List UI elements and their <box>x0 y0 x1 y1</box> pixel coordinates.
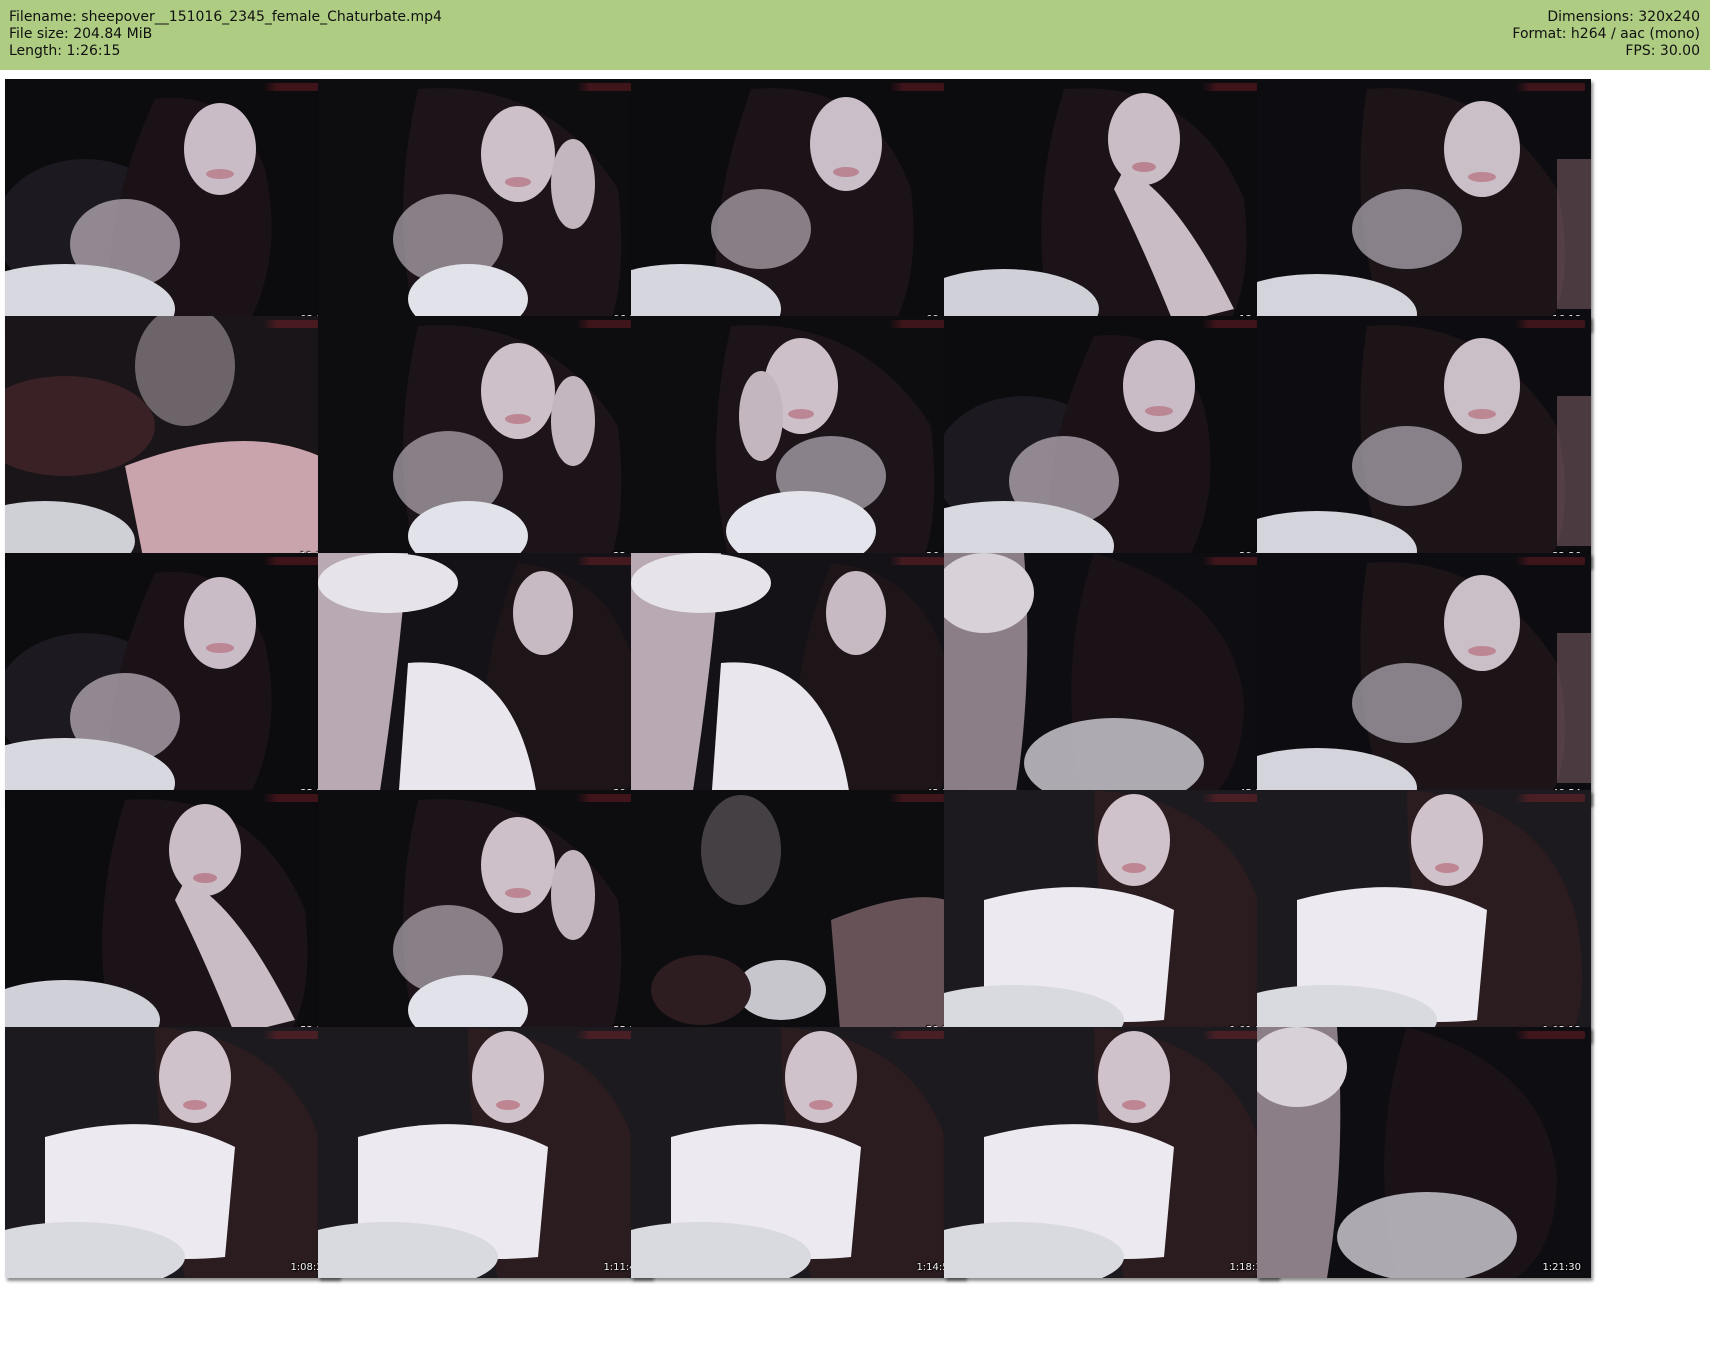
video-thumbnail: 1:21:30 <box>1257 1027 1591 1278</box>
video-thumbnail: 1:14:59 <box>631 1027 965 1278</box>
thumbnail-frame-image <box>5 790 339 1041</box>
filesize-text: File size: 204.84 MiB <box>9 26 153 42</box>
video-thumbnail: 22:49 <box>318 316 652 567</box>
thumbnail-frame-image <box>944 316 1278 567</box>
video-thumbnail: 45:38 <box>944 553 1278 804</box>
video-thumbnail: 06:31 <box>318 79 652 330</box>
video-thumbnail: 1:01:56 <box>944 790 1278 1041</box>
thumbnail-frame-image <box>318 316 652 567</box>
thumbnail-frame-image <box>5 79 339 330</box>
thumbnail-frame-image <box>5 316 339 567</box>
thumbnail-frame-image <box>944 1027 1278 1278</box>
thumbnail-frame-image <box>318 79 652 330</box>
thumbnail-frame-image <box>1257 316 1591 567</box>
thumbnail-frame-image <box>631 553 965 804</box>
video-thumbnail: 13:02 <box>944 79 1278 330</box>
thumbnail-frame-image <box>1257 790 1591 1041</box>
watermark-mark <box>1515 83 1585 91</box>
video-thumbnail: 29:20 <box>944 316 1278 567</box>
format-text: Format: h264 / aac (mono) <box>1512 26 1700 42</box>
thumbnail-frame-image <box>318 1027 652 1278</box>
thumbnail-frame-image <box>318 553 652 804</box>
length-text: Length: 1:26:15 <box>9 43 121 59</box>
thumbnail-frame-image <box>5 1027 339 1278</box>
watermark-mark <box>1515 557 1585 565</box>
dimensions-text: Dimensions: 320x240 <box>1547 9 1700 25</box>
watermark-mark <box>1515 794 1585 802</box>
video-thumbnail: 42:23 <box>631 553 965 804</box>
video-thumbnail: 1:11:43 <box>318 1027 652 1278</box>
thumbnail-frame-image <box>318 790 652 1041</box>
video-thumbnail: 26:05 <box>631 316 965 567</box>
video-thumbnail: 16:18 <box>1257 79 1591 330</box>
video-thumbnail: 09:46 <box>631 79 965 330</box>
thumbnail-frame-image <box>631 790 965 1041</box>
watermark-mark <box>1515 1031 1585 1039</box>
thumbnail-frame-image <box>1257 79 1591 330</box>
video-thumbnail: 1:05:12 <box>1257 790 1591 1041</box>
video-thumbnail: 32:36 <box>1257 316 1591 567</box>
thumbnail-frame-image <box>631 1027 965 1278</box>
thumbnail-frame-image <box>5 553 339 804</box>
file-info-header: Filename: sheepover__151016_2345_female_… <box>0 0 1710 70</box>
thumbnail-frame-image <box>1257 1027 1591 1278</box>
video-thumbnail: 1:18:15 <box>944 1027 1278 1278</box>
watermark-mark <box>1515 320 1585 328</box>
thumbnail-frame-image <box>1257 553 1591 804</box>
thumbnail-frame-image <box>631 316 965 567</box>
video-thumbnail: 55:25 <box>318 790 652 1041</box>
thumbnail-frame-image <box>631 79 965 330</box>
video-thumbnail: 58:36 <box>631 790 965 1041</box>
video-thumbnail: 19:33 <box>5 316 339 567</box>
thumbnail-grid: 03:1506:3109:4613:0216:18 19:3322:4926:05… <box>5 79 1705 1364</box>
video-thumbnail: 52:10 <box>5 790 339 1041</box>
file-info-left: Filename: sheepover__151016_2345_female_… <box>9 9 442 60</box>
filename-text: Filename: sheepover__151016_2345_female_… <box>9 9 442 25</box>
video-thumbnail: 48:54 <box>1257 553 1591 804</box>
thumbnail-frame-image <box>944 79 1278 330</box>
video-thumbnail: 03:15 <box>5 79 339 330</box>
file-info-right: Dimensions: 320x240 Format: h264 / aac (… <box>1512 9 1700 60</box>
thumbnail-frame-image <box>944 790 1278 1041</box>
fps-text: FPS: 30.00 <box>1625 43 1700 59</box>
thumbnail-frame-image <box>944 553 1278 804</box>
video-thumbnail: 35:51 <box>5 553 339 804</box>
video-thumbnail: 39:07 <box>318 553 652 804</box>
thumbnail-timestamp: 1:21:30 <box>1542 1262 1581 1273</box>
video-thumbnail: 1:08:28 <box>5 1027 339 1278</box>
